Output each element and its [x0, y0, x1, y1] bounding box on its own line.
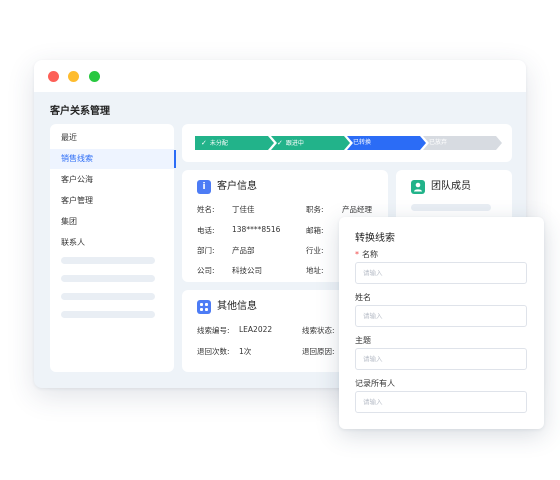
- field-name-label: 姓名:: [197, 205, 215, 214]
- sidebar-placeholder: [61, 257, 155, 264]
- field-title-label: 职务:: [306, 205, 324, 214]
- sidebar-item-group[interactable]: 集团: [50, 212, 174, 232]
- field-department-label: 部门:: [197, 246, 215, 255]
- person-name-input[interactable]: 请输入: [355, 305, 527, 327]
- card-title: 团队成员: [431, 181, 471, 192]
- sidebar-placeholder: [61, 275, 155, 282]
- field-company-value: 科技公司: [232, 266, 262, 275]
- pipeline-step-converted[interactable]: 已转换: [347, 136, 426, 150]
- field-address-label: 地址:: [306, 266, 324, 275]
- sidebar-item-sales-leads[interactable]: 销售线索: [50, 149, 176, 169]
- person-name-field-label: 姓名: [355, 293, 371, 302]
- pipeline-step-unassigned[interactable]: ✓ 未分配: [195, 136, 274, 150]
- sidebar-placeholder: [61, 293, 155, 300]
- field-return-count-value: 1次: [239, 347, 252, 356]
- field-phone-label: 电话:: [197, 226, 215, 235]
- record-owner-field-label: 记录所有人: [355, 379, 395, 388]
- card-title: 其他信息: [217, 301, 257, 312]
- pipeline-step-abandoned[interactable]: 已放弃: [423, 136, 502, 150]
- field-name-value: 丁佳佳: [232, 205, 255, 214]
- name-field-label: * 名称: [355, 249, 378, 260]
- lead-status-pipeline: ✓ 未分配 ✓ 跟进中 已转换 已放弃: [182, 124, 512, 162]
- field-title-value: 产品经理: [342, 205, 372, 214]
- field-company-label: 公司:: [197, 266, 215, 275]
- sidebar-item-contacts[interactable]: 联系人: [50, 233, 174, 253]
- close-window-button[interactable]: [48, 71, 59, 82]
- pipeline-step-following[interactable]: ✓ 跟进中: [271, 136, 350, 150]
- sidebar-item-recent[interactable]: 最近: [50, 128, 174, 148]
- check-icon: ✓: [277, 139, 283, 147]
- field-return-count-label: 退回次数:: [197, 347, 230, 356]
- check-icon: ✓: [201, 139, 207, 147]
- person-icon: [411, 180, 425, 194]
- dialog-title: 转换线索: [355, 233, 395, 244]
- team-member-placeholder: [411, 204, 491, 211]
- app-title: 客户关系管理: [50, 106, 110, 117]
- field-lead-status-label: 线索状态:: [302, 326, 335, 335]
- name-input[interactable]: 请输入: [355, 262, 527, 284]
- maximize-window-button[interactable]: [89, 71, 100, 82]
- pipeline-step-label: 跟进中: [285, 140, 304, 147]
- title-bar: [34, 60, 526, 92]
- pipeline-step-label: 已放弃: [429, 139, 448, 146]
- info-icon: i: [197, 180, 211, 194]
- subject-input[interactable]: 请输入: [355, 348, 527, 370]
- field-lead-number-label: 线索编号:: [197, 326, 230, 335]
- field-email-label: 邮箱:: [306, 226, 324, 235]
- subject-field-label: 主题: [355, 336, 371, 345]
- pipeline-step-label: 已转换: [353, 139, 372, 146]
- field-return-reason-label: 退回原因:: [302, 347, 335, 356]
- field-industry-label: 行业:: [306, 246, 324, 255]
- grid-icon: [197, 300, 211, 314]
- field-department-value: 产品部: [232, 246, 255, 255]
- sidebar-placeholder: [61, 311, 155, 318]
- sidebar: 最近 销售线索 客户公海 客户管理 集团 联系人: [50, 124, 176, 372]
- pipeline-step-label: 未分配: [209, 140, 228, 147]
- label-text: 名称: [362, 250, 378, 259]
- minimize-window-button[interactable]: [68, 71, 79, 82]
- sidebar-item-customer-pool[interactable]: 客户公海: [50, 170, 174, 190]
- card-title: 客户信息: [217, 181, 257, 192]
- required-marker: *: [355, 250, 359, 259]
- sidebar-item-customer-management[interactable]: 客户管理: [50, 191, 174, 211]
- field-lead-number-value: LEA2022: [239, 325, 273, 334]
- convert-lead-dialog: 转换线索 * 名称 请输入 姓名 请输入 主题 请输入 记录所有人 请输入: [339, 217, 544, 429]
- field-phone-value: 138****8516: [232, 225, 281, 234]
- record-owner-input[interactable]: 请输入: [355, 391, 527, 413]
